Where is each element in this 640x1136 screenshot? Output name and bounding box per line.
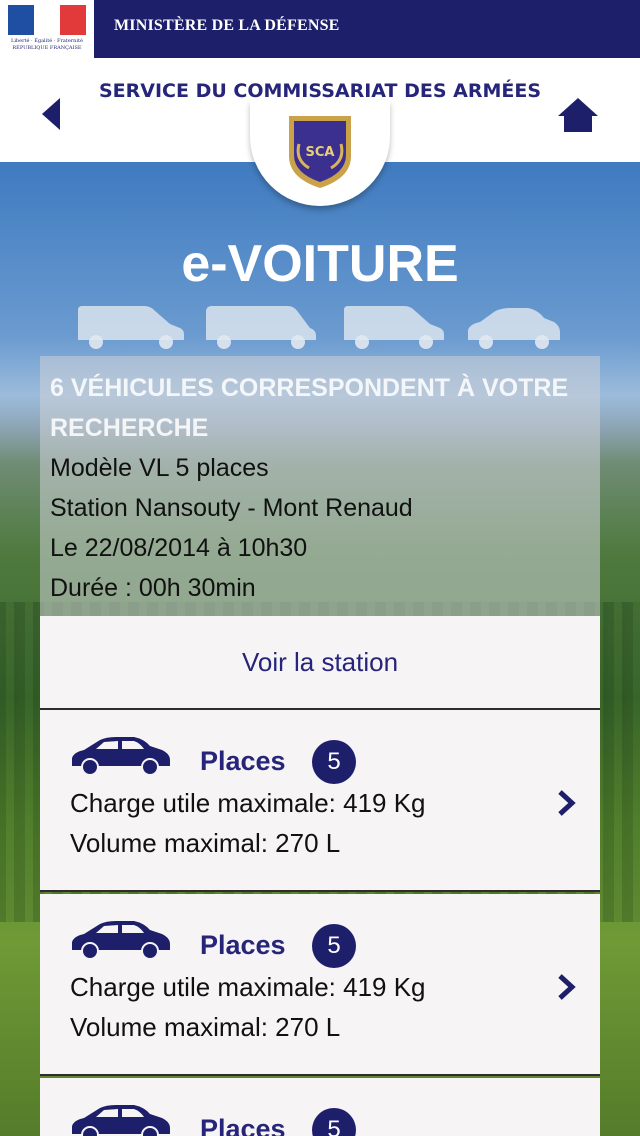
car-icon (72, 1105, 170, 1136)
chevron-right-icon (558, 974, 576, 1000)
search-summary: 6 VÉHICULES CORRESPONDENT À VOTRE RECHER… (40, 356, 600, 616)
vehicle-result-card[interactable]: Places 5 Charge utile maximale: 419 Kg V… (40, 710, 600, 892)
places-label: Places (200, 1114, 286, 1136)
summary-station: Station Nansouty - Mont Renaud (50, 494, 413, 522)
vehicle-result-card[interactable]: Places 5 Charge utile maximale: 419 Kg V… (40, 894, 600, 1076)
vehicle-result-card[interactable]: Places 5 (40, 1078, 600, 1136)
places-count-badge: 5 (312, 740, 356, 784)
summary-duration: Durée : 00h 30min (50, 574, 256, 602)
back-button[interactable] (38, 96, 68, 136)
service-title: SERVICE DU COMMISSARIAT DES ARMÉES (98, 80, 542, 102)
car-icon (72, 737, 170, 776)
minibus-icon (206, 306, 316, 349)
chevron-right-icon (558, 790, 576, 816)
logo-country: RÉPUBLIQUE FRANÇAISE (12, 45, 82, 51)
places-count-badge: 5 (312, 924, 356, 968)
results-count-heading: 6 VÉHICULES CORRESPONDENT À VOTRE RECHER… (50, 374, 569, 442)
ministry-title: MINISTÈRE DE LA DÉFENSE (114, 17, 340, 34)
home-icon (558, 98, 598, 132)
max-payload: Charge utile maximale: 419 Kg (70, 788, 426, 818)
home-button[interactable] (556, 96, 600, 136)
view-station-button[interactable]: Voir la station (40, 616, 600, 710)
summary-datetime: Le 22/08/2014 à 10h30 (50, 534, 308, 562)
places-count-badge: 5 (312, 1108, 356, 1136)
emblem-text: SCA (306, 145, 335, 160)
sca-emblem-icon: SCA (289, 116, 351, 188)
car-icon (468, 308, 560, 349)
vehicle-types-row (70, 300, 570, 360)
max-payload: Charge utile maximale: 419 Kg (70, 972, 426, 1002)
car-icon (72, 921, 170, 960)
max-volume: Volume maximal: 270 L (70, 1012, 341, 1042)
van-icon (344, 306, 444, 349)
max-volume: Volume maximal: 270 L (70, 828, 341, 858)
republic-logo: Liberté · Égalité · Fraternité RÉPUBLIQU… (0, 0, 94, 58)
van-icon (78, 306, 184, 349)
summary-model: Modèle VL 5 places (50, 454, 269, 482)
places-label: Places (200, 746, 286, 776)
ministry-bar: Liberté · Égalité · Fraternité RÉPUBLIQU… (0, 0, 640, 58)
tricolor-flag-icon (8, 5, 86, 35)
app-title: e-VOITURE (181, 235, 459, 293)
logo-motto: Liberté · Égalité · Fraternité (11, 38, 83, 44)
chevron-left-icon (42, 98, 60, 130)
places-label: Places (200, 930, 286, 960)
